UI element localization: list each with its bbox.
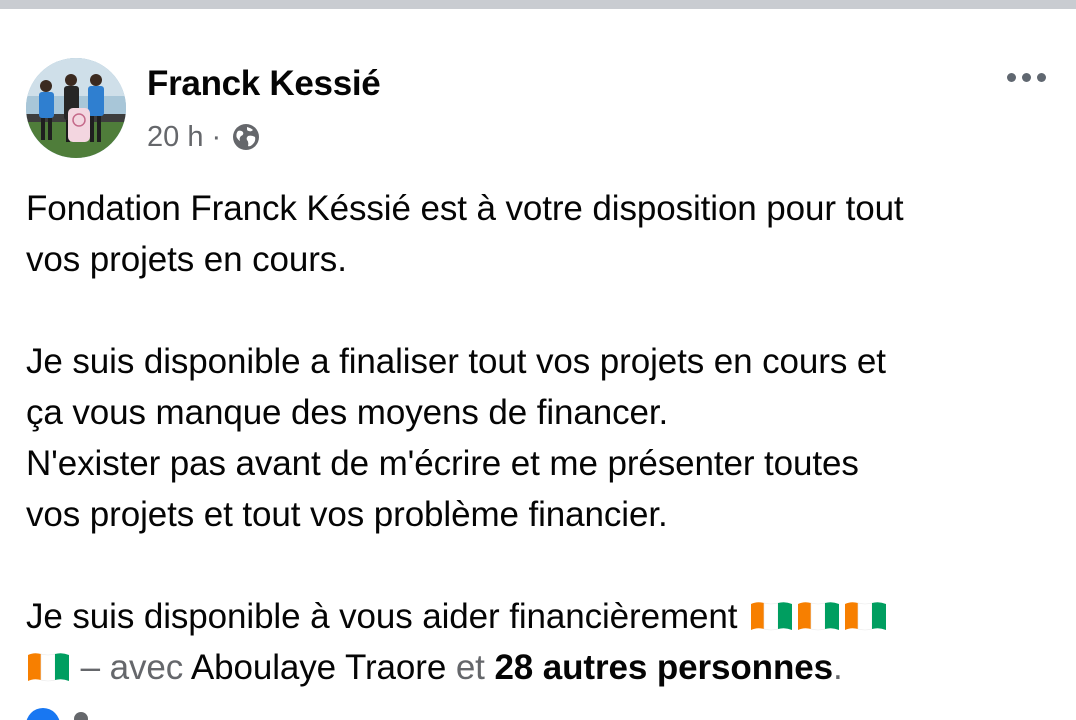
post-line: Je suis disponible à vous aider financiè… <box>26 597 738 636</box>
tagged-person-link[interactable]: Aboulaye Traore <box>191 648 446 687</box>
post-text: Fondation Franck Késsié est à votre disp… <box>26 183 1066 693</box>
more-options-dot-icon <box>1006 72 1016 82</box>
tag-dash: – <box>80 648 100 687</box>
flag-cote-divoire-icon <box>843 600 888 632</box>
post-line: vos projets en cours. <box>26 240 347 279</box>
post-line: Je suis disponible a finaliser tout vos … <box>26 342 886 381</box>
flag-cote-divoire-icon <box>796 600 841 632</box>
post-line-with-flags: Je suis disponible à vous aider financiè… <box>26 591 1066 642</box>
flag-cote-divoire-icon <box>749 600 794 632</box>
post-line: ça vous manque des moyens de financer. <box>26 393 669 432</box>
author-avatar[interactable] <box>26 58 126 158</box>
more-options-dot-icon <box>1021 72 1031 82</box>
top-divider <box>0 0 1076 9</box>
post-line: vos projets et tout vos problème financi… <box>26 495 668 534</box>
more-options-dot-icon <box>1036 72 1046 82</box>
meta-separator: · <box>211 120 222 153</box>
tag-with-label: avec <box>109 648 184 687</box>
post-line: N'exister pas avant de m'écrire et me pr… <box>26 444 859 483</box>
facebook-post-screen: Franck Kessié 20 h · Fondation Franck Ké… <box>0 0 1076 720</box>
post-time[interactable]: 20 h <box>147 121 203 154</box>
more-options-button[interactable] <box>998 62 1054 92</box>
like-reaction-icon[interactable] <box>26 708 60 720</box>
tag-period: . <box>832 648 843 687</box>
post-meta: 20 h · <box>147 117 261 157</box>
flag-cote-divoire-icon <box>26 651 71 683</box>
globe-icon[interactable] <box>231 122 261 152</box>
author-name[interactable]: Franck Kessié <box>147 64 381 104</box>
reaction-count-partial[interactable] <box>74 712 88 720</box>
tagged-people-line: – avec Aboulaye Traore et 28 autres pers… <box>26 642 1066 693</box>
post-line: Fondation Franck Késsié est à votre disp… <box>26 189 904 228</box>
tag-and-label: et <box>455 648 485 687</box>
tagged-others-link[interactable]: 28 autres personnes <box>494 648 833 687</box>
